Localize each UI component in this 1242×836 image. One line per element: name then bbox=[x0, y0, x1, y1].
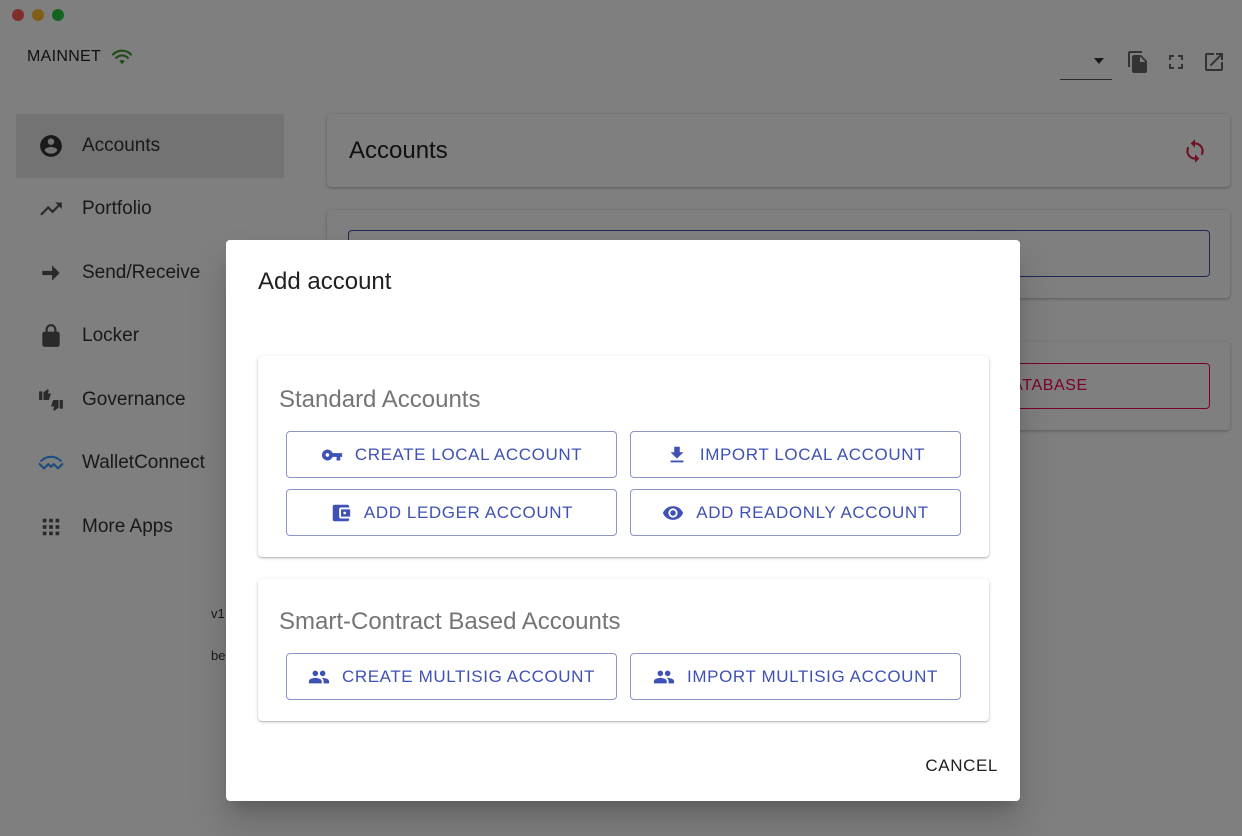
section-title: Standard Accounts bbox=[279, 386, 481, 413]
button-label: IMPORT MULTISIG ACCOUNT bbox=[687, 666, 938, 686]
button-label: CREATE MULTISIG ACCOUNT bbox=[341, 666, 596, 686]
people-icon bbox=[308, 670, 330, 683]
download-icon bbox=[670, 446, 684, 462]
import-multisig-account-button[interactable]: IMPORT MULTISIG ACCOUNT bbox=[630, 653, 961, 700]
cancel-button[interactable]: CANCEL bbox=[925, 756, 998, 776]
button-label: IMPORT LOCAL ACCOUNT bbox=[699, 444, 926, 464]
button-label: ADD READONLY ACCOUNT bbox=[696, 502, 929, 522]
standard-accounts-section: Standard Accounts CREATE LOCAL ACCOUNT I… bbox=[258, 356, 989, 557]
smart-contract-accounts-section: Smart-Contract Based Accounts CREATE MUL… bbox=[258, 579, 989, 721]
add-ledger-account-button[interactable]: ADD LEDGER ACCOUNT bbox=[286, 489, 617, 536]
eye-icon bbox=[663, 505, 684, 520]
button-label: CREATE LOCAL ACCOUNT bbox=[354, 444, 583, 464]
create-local-account-button[interactable]: CREATE LOCAL ACCOUNT bbox=[286, 431, 617, 478]
people-icon bbox=[653, 670, 675, 683]
import-local-account-button[interactable]: IMPORT LOCAL ACCOUNT bbox=[630, 431, 961, 478]
button-label: ADD LEDGER ACCOUNT bbox=[363, 502, 574, 522]
add-readonly-account-button[interactable]: ADD READONLY ACCOUNT bbox=[630, 489, 961, 536]
key-icon bbox=[321, 449, 342, 460]
wallet-icon bbox=[332, 504, 351, 521]
section-title: Smart-Contract Based Accounts bbox=[279, 608, 621, 635]
add-account-dialog: Add account Standard Accounts CREATE LOC… bbox=[226, 240, 1020, 801]
dialog-title: Add account bbox=[258, 268, 392, 295]
create-multisig-account-button[interactable]: CREATE MULTISIG ACCOUNT bbox=[286, 653, 617, 700]
